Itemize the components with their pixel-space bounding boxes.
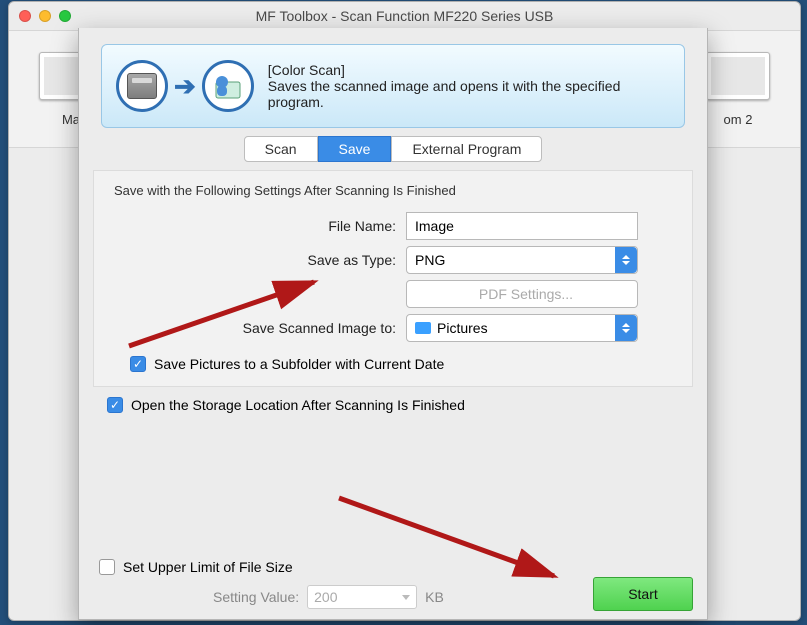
tab-save[interactable]: Save bbox=[318, 136, 392, 162]
window-title: MF Toolbox - Scan Function MF220 Series … bbox=[19, 8, 790, 24]
pdf-settings-label: PDF Settings... bbox=[479, 286, 573, 302]
subfolder-checkbox-row: Save Pictures to a Subfolder with Curren… bbox=[130, 356, 680, 372]
start-button[interactable]: Start bbox=[593, 577, 693, 611]
banner-body: Saves the scanned image and opens it wit… bbox=[268, 78, 670, 110]
folder-icon bbox=[415, 322, 431, 334]
document-icon bbox=[706, 52, 770, 100]
pdf-settings-row: PDF Settings... bbox=[106, 280, 680, 308]
mode-banner: ➔ [Color Scan] Saves the scanned image a… bbox=[101, 44, 685, 128]
start-button-label: Start bbox=[628, 586, 658, 602]
banner-icons: ➔ bbox=[116, 60, 254, 112]
dialog-bottom: Set Upper Limit of File Size Setting Val… bbox=[79, 559, 707, 619]
scan-settings-dialog: ➔ [Color Scan] Saves the scanned image a… bbox=[78, 28, 708, 620]
arrow-right-icon: ➔ bbox=[174, 71, 196, 102]
user-program-icon bbox=[202, 60, 254, 112]
save-settings-section: Save with the Following Settings After S… bbox=[93, 170, 693, 387]
pdf-settings-button: PDF Settings... bbox=[406, 280, 638, 308]
save-as-type-select[interactable]: PNG bbox=[406, 246, 638, 274]
setting-value-stepper: 200 bbox=[307, 585, 417, 609]
save-location-row: Save Scanned Image to: Pictures bbox=[106, 314, 680, 342]
banner-text: [Color Scan] Saves the scanned image and… bbox=[268, 62, 670, 110]
save-as-type-label: Save as Type: bbox=[106, 252, 406, 268]
scanner-icon bbox=[116, 60, 168, 112]
file-size-limit-checkbox[interactable] bbox=[99, 559, 115, 575]
subfolder-checkbox[interactable] bbox=[130, 356, 146, 372]
banner-heading: [Color Scan] bbox=[268, 62, 670, 78]
save-location-select[interactable]: Pictures bbox=[406, 314, 638, 342]
save-location-label: Save Scanned Image to: bbox=[106, 320, 406, 336]
file-name-row: File Name: bbox=[106, 212, 680, 240]
toolbox-item-label: om 2 bbox=[724, 112, 753, 127]
save-as-type-row: Save as Type: PNG bbox=[106, 246, 680, 274]
open-location-checkbox[interactable] bbox=[107, 397, 123, 413]
tab-scan[interactable]: Scan bbox=[244, 136, 318, 162]
chevron-down-icon bbox=[402, 595, 410, 600]
traffic-lights bbox=[19, 10, 71, 22]
open-location-row: Open the Storage Location After Scanning… bbox=[107, 397, 679, 413]
setting-value: 200 bbox=[314, 589, 337, 605]
tab-external-program[interactable]: External Program bbox=[391, 136, 542, 162]
zoom-window-button[interactable] bbox=[59, 10, 71, 22]
subfolder-label: Save Pictures to a Subfolder with Curren… bbox=[154, 356, 444, 372]
open-location-label: Open the Storage Location After Scanning… bbox=[131, 397, 465, 413]
file-size-limit-row: Set Upper Limit of File Size bbox=[99, 559, 693, 575]
chevron-updown-icon bbox=[615, 315, 637, 341]
close-window-button[interactable] bbox=[19, 10, 31, 22]
save-as-type-value: PNG bbox=[415, 252, 445, 268]
setting-value-label: Setting Value: bbox=[213, 589, 299, 605]
minimize-window-button[interactable] bbox=[39, 10, 51, 22]
chevron-updown-icon bbox=[615, 247, 637, 273]
file-size-limit-label: Set Upper Limit of File Size bbox=[123, 559, 293, 575]
settings-tabs: Scan Save External Program bbox=[79, 136, 707, 162]
file-name-input[interactable] bbox=[406, 212, 638, 240]
file-name-label: File Name: bbox=[106, 218, 406, 234]
section-title: Save with the Following Settings After S… bbox=[114, 183, 680, 198]
setting-value-unit: KB bbox=[425, 589, 444, 605]
titlebar: MF Toolbox - Scan Function MF220 Series … bbox=[9, 2, 800, 30]
save-location-value: Pictures bbox=[437, 320, 488, 336]
